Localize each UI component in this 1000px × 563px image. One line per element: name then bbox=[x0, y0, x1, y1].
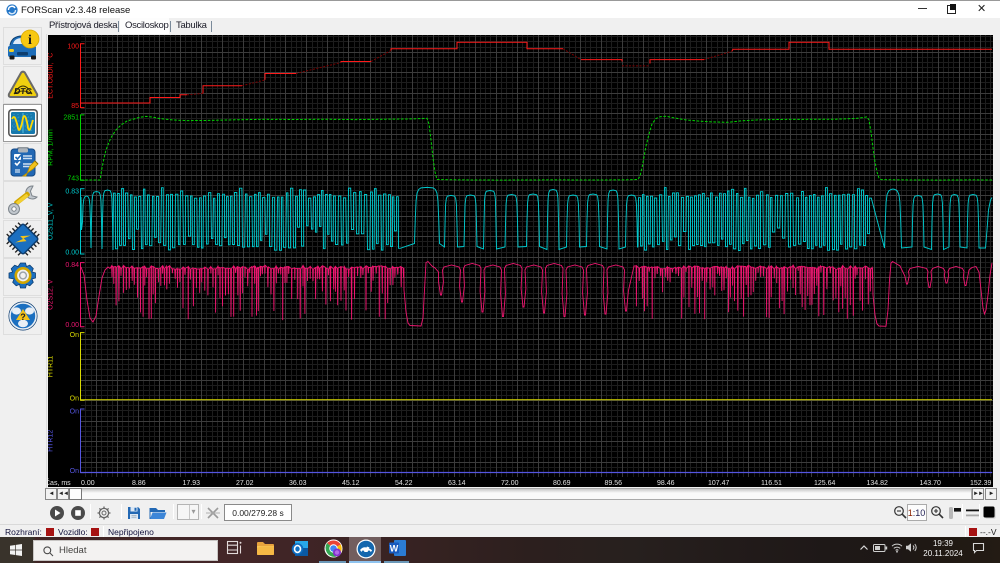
svg-text:0.83: 0.83 bbox=[65, 188, 79, 195]
svg-text:Čas, ms: Čas, ms bbox=[48, 478, 71, 487]
svg-text:0.84: 0.84 bbox=[65, 262, 79, 269]
svg-text:?: ? bbox=[20, 312, 26, 322]
svg-text:O2S12, V: O2S12, V bbox=[48, 279, 55, 310]
svg-text:85: 85 bbox=[71, 103, 79, 110]
svg-text:152.39: 152.39 bbox=[970, 480, 992, 487]
svg-text:O2S11_V, V: O2S11_V, V bbox=[48, 202, 55, 240]
svg-text:On: On bbox=[70, 468, 79, 475]
svg-text:63.14: 63.14 bbox=[448, 480, 466, 487]
svg-text:0.00: 0.00 bbox=[81, 480, 95, 487]
svg-text:743: 743 bbox=[67, 176, 79, 183]
svg-text:45.12: 45.12 bbox=[342, 480, 360, 487]
svg-text:134.82: 134.82 bbox=[867, 480, 889, 487]
svg-text:80.69: 80.69 bbox=[553, 480, 571, 487]
svg-text:0.00: 0.00 bbox=[65, 250, 79, 257]
svg-text:DTC: DTC bbox=[13, 86, 32, 96]
svg-text:i: i bbox=[28, 33, 32, 48]
svg-text:27.02: 27.02 bbox=[236, 480, 254, 487]
svg-text:On: On bbox=[70, 409, 79, 416]
svg-text:100: 100 bbox=[67, 43, 79, 50]
svg-text:On: On bbox=[70, 332, 79, 339]
svg-text:116.51: 116.51 bbox=[761, 480, 782, 487]
svg-text:W: W bbox=[390, 544, 399, 554]
svg-text:17.93: 17.93 bbox=[183, 480, 201, 487]
svg-text:98.46: 98.46 bbox=[657, 480, 675, 487]
svg-text:89.56: 89.56 bbox=[605, 480, 623, 487]
svg-text:36.03: 36.03 bbox=[289, 480, 307, 487]
svg-text:54.22: 54.22 bbox=[395, 480, 413, 487]
svg-text:On: On bbox=[70, 396, 79, 403]
svg-text:8.86: 8.86 bbox=[132, 480, 146, 487]
svg-text:0.00: 0.00 bbox=[65, 322, 79, 329]
svg-text:HTR11: HTR11 bbox=[48, 355, 55, 377]
svg-text:RPM, 1/min: RPM, 1/min bbox=[48, 129, 55, 166]
svg-text:143.70: 143.70 bbox=[920, 480, 942, 487]
svg-text:72.00: 72.00 bbox=[501, 480, 519, 487]
svg-text:2851: 2851 bbox=[63, 114, 79, 121]
svg-text:ECT.OBDII, °C: ECT.OBDII, °C bbox=[48, 53, 55, 99]
svg-text:107.47: 107.47 bbox=[708, 480, 730, 487]
svg-text:125.64: 125.64 bbox=[814, 480, 836, 487]
svg-text:HTR12: HTR12 bbox=[48, 430, 55, 452]
